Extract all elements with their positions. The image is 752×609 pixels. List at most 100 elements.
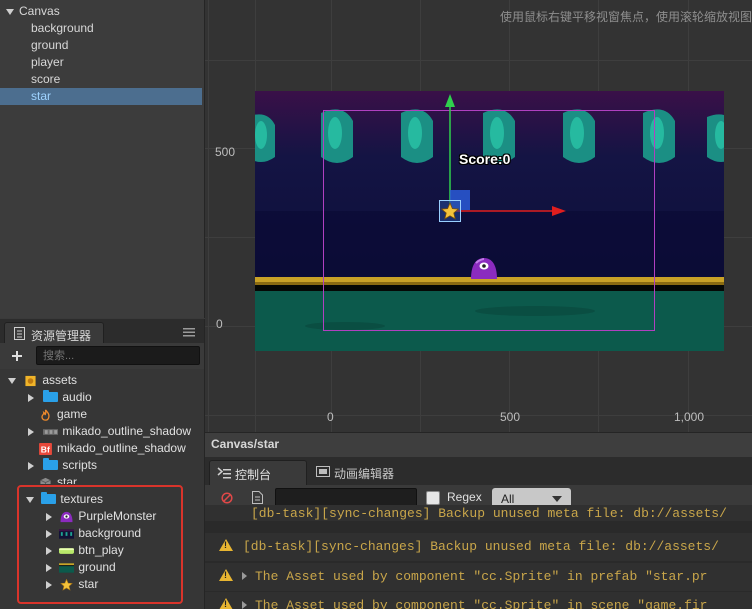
console-tabbar: 控制台 动画编辑器	[205, 457, 752, 486]
asset-label: textures	[60, 492, 104, 506]
asset-folder-textures[interactable]: textures	[26, 491, 104, 508]
asset-label: mikado_outline_shadow	[57, 441, 186, 455]
select-value: All	[501, 492, 515, 506]
collapse-caret-icon[interactable]	[46, 563, 52, 572]
folder-icon	[41, 491, 57, 504]
x-tick-0: 0	[327, 410, 334, 424]
search-input[interactable]	[37, 347, 193, 364]
node-label: player	[31, 55, 64, 69]
log-row[interactable]: The Asset used by component "cc.Sprite" …	[205, 592, 752, 609]
asset-texture-purplemonster[interactable]: PurpleMonster	[46, 508, 156, 525]
asset-texture-background[interactable]: background	[46, 525, 141, 542]
tree-node-ground[interactable]: ground	[0, 37, 202, 54]
collapse-caret-icon[interactable]	[28, 393, 34, 402]
log-text: The Asset used by component "cc.Sprite" …	[255, 569, 708, 584]
tab-label: 动画编辑器	[334, 467, 395, 481]
y-axis-arrow-icon	[445, 94, 455, 107]
tree-node-star[interactable]: star	[0, 88, 202, 105]
tree-node-player[interactable]: player	[0, 54, 202, 71]
tab-animation-editor[interactable]: 动画编辑器	[309, 460, 415, 485]
y-tick-0: 0	[216, 317, 223, 331]
asset-label: assets	[42, 373, 78, 387]
asset-label: mikado_outline_shadow	[62, 424, 192, 438]
collapse-caret-icon[interactable]	[46, 546, 52, 555]
asset-label: audio	[62, 390, 92, 404]
asset-search-field[interactable]	[36, 346, 200, 365]
expand-caret-icon[interactable]	[8, 377, 16, 384]
folder-icon	[43, 389, 59, 402]
prefab-cube-icon	[40, 477, 51, 484]
tree-node-canvas[interactable]: Canvas	[0, 3, 202, 20]
collapse-caret-icon[interactable]	[28, 461, 34, 470]
asset-texture-ground[interactable]: ground	[46, 559, 116, 576]
ground-thumbnail-icon	[59, 563, 75, 573]
tab-console[interactable]: 控制台	[209, 460, 307, 486]
assets-panel: 资源管理器 assets audio game mikado_outline_s…	[0, 319, 205, 609]
scene-hint: 使用鼠标右键平移视窗焦点，使用滚轮缩放视图	[500, 10, 752, 24]
warning-icon	[219, 598, 233, 609]
asset-folder-mikado[interactable]: mikado_outline_shadow	[28, 423, 191, 440]
asset-folder-scripts[interactable]: scripts	[28, 457, 97, 474]
asset-texture-btn-play[interactable]: btn_play	[46, 542, 124, 559]
log-row[interactable]: [db-task][sync-changes] Backup unused me…	[205, 505, 752, 521]
asset-bmfont-mikado[interactable]: Bf mikado_outline_shadow	[38, 440, 186, 457]
expand-caret-icon[interactable]	[6, 8, 14, 15]
player-monster-icon[interactable]	[470, 257, 498, 279]
panel-menu-icon[interactable]	[183, 328, 195, 337]
terminal-icon	[217, 467, 231, 479]
regex-checkbox[interactable]	[426, 491, 440, 505]
log-text: The Asset used by component "cc.Sprite" …	[255, 598, 708, 609]
tab-label: 控制台	[235, 468, 272, 482]
folder-icon	[43, 457, 59, 470]
game-canvas[interactable]: Score:0	[255, 91, 724, 351]
assets-tab[interactable]: 资源管理器	[4, 322, 104, 344]
tree-node-score[interactable]: score	[0, 71, 202, 88]
node-label: ground	[31, 38, 69, 52]
log-row[interactable]: The Asset used by component "cc.Sprite" …	[205, 563, 752, 591]
image-strip-icon	[43, 429, 59, 435]
node-label: star	[31, 89, 52, 103]
expand-log-icon[interactable]	[242, 572, 247, 580]
asset-folder-audio[interactable]: audio	[28, 389, 92, 406]
monster-thumbnail-icon	[60, 511, 73, 522]
asset-label: game	[57, 407, 88, 421]
node-label: score	[31, 72, 61, 86]
star-icon	[440, 201, 460, 220]
chevron-down-icon	[552, 496, 562, 502]
y-tick-500: 500	[215, 145, 236, 159]
open-log-file-icon[interactable]	[252, 491, 263, 504]
asset-root-assets[interactable]: assets	[8, 372, 77, 389]
log-row[interactable]: [db-task][sync-changes] Backup unused me…	[205, 533, 752, 561]
node-path: Canvas/star	[211, 437, 280, 451]
scene-view[interactable]: 使用鼠标右键平移视窗焦点，使用滚轮缩放视图 500 0 0 500 1,000	[205, 0, 752, 432]
node-label: Canvas	[19, 4, 60, 18]
asset-label: star	[57, 475, 78, 484]
collapse-caret-icon[interactable]	[28, 427, 34, 436]
svg-text:Bf: Bf	[41, 444, 50, 454]
log-text: [db-task][sync-changes] Backup unused me…	[251, 506, 727, 521]
x-axis-arrow-icon	[552, 206, 566, 216]
film-icon	[316, 466, 330, 477]
collapse-caret-icon[interactable]	[46, 580, 52, 589]
expand-log-icon[interactable]	[242, 601, 247, 609]
x-tick-500: 500	[500, 410, 521, 424]
clear-log-icon[interactable]	[221, 492, 233, 504]
bitmap-font-icon: Bf	[39, 442, 52, 455]
expand-caret-icon[interactable]	[26, 496, 34, 503]
asset-texture-star[interactable]: star	[46, 576, 98, 593]
assets-tab-label: 资源管理器	[31, 329, 92, 343]
node-label: background	[31, 21, 94, 35]
star-thumbnail-icon	[60, 578, 74, 591]
tree-node-background[interactable]: background	[0, 20, 202, 37]
add-icon[interactable]	[12, 351, 22, 361]
button-thumbnail-icon	[59, 548, 75, 554]
x-tick-1000: 1,000	[674, 410, 705, 424]
hierarchy-panel: Canvas background ground player score st…	[0, 0, 205, 318]
asset-prefab-star[interactable]: star	[38, 474, 77, 484]
collapse-caret-icon[interactable]	[46, 512, 52, 521]
star-node[interactable]	[439, 200, 461, 222]
asset-scene-game[interactable]: game	[38, 406, 87, 423]
collapse-caret-icon[interactable]	[46, 529, 52, 538]
asset-label: scripts	[62, 458, 98, 472]
grid-line	[205, 415, 752, 416]
